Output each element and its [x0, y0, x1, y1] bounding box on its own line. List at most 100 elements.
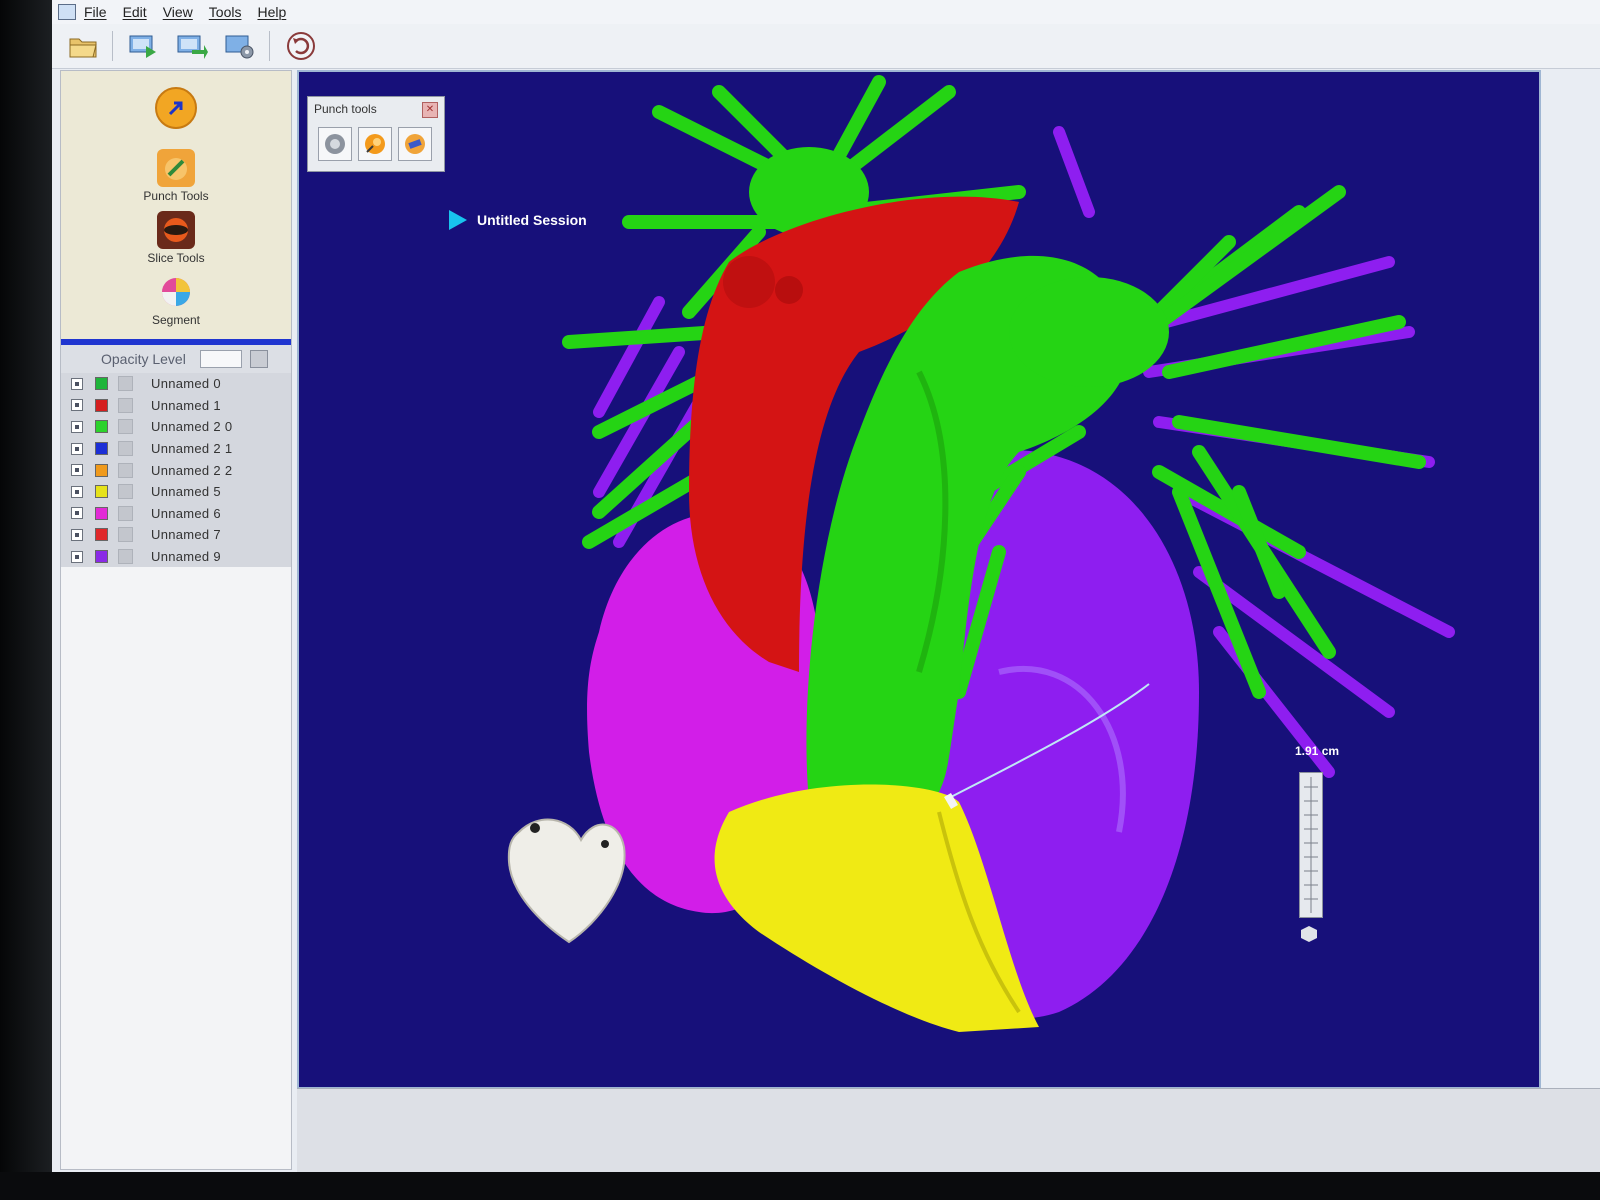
toolbar [52, 24, 1600, 69]
brush-punch-button[interactable] [398, 127, 432, 161]
layer-row[interactable]: Unnamed 0 [61, 373, 291, 395]
monitor-bezel [0, 0, 52, 1200]
punch-tools-palette: Punch tools ✕ [307, 96, 445, 172]
layer-row[interactable]: Unnamed 6 [61, 503, 291, 525]
settings-icon [225, 35, 254, 59]
layer-color-swatch[interactable] [95, 377, 108, 391]
layer-row[interactable]: Unnamed 7 [61, 524, 291, 546]
play-icon[interactable] [449, 210, 467, 230]
layer-name: Unnamed 0 [151, 376, 221, 392]
circle-punch-button[interactable] [318, 127, 352, 161]
layer-color-swatch[interactable] [95, 442, 108, 456]
visibility-checkbox[interactable] [71, 550, 83, 563]
opacity-slider[interactable] [199, 350, 242, 368]
session-indicator: Untitled Session [449, 210, 587, 230]
import-icon [129, 35, 156, 58]
export-button[interactable] [175, 29, 209, 63]
undo-icon [287, 32, 315, 60]
monitor-bezel-bottom [0, 1172, 1600, 1200]
layer-row[interactable]: Unnamed 2 1 [61, 438, 291, 460]
punch-tools-title: Punch tools [314, 102, 377, 116]
brush-punch-icon [405, 134, 425, 154]
layer-list: Unnamed 0 Unnamed 1 Unnamed 2 0 Unnamed 2 1… [61, 373, 291, 568]
slice-tools-icon [157, 211, 195, 249]
layer-name: Unnamed 5 [151, 484, 221, 500]
visibility-checkbox[interactable] [71, 420, 83, 433]
slice-tools-button[interactable]: Slice Tools [61, 211, 291, 265]
tools-sidebar: Punch Tools Slice Tools Segment Opacity … [60, 70, 292, 1170]
visibility-checkbox[interactable] [71, 464, 83, 477]
toolbar-separator [112, 31, 113, 61]
layer-opacity-toggle[interactable] [118, 397, 133, 413]
segment-button[interactable]: Segment [61, 273, 291, 327]
visibility-checkbox[interactable] [71, 528, 83, 541]
export-icon [177, 35, 208, 59]
layer-name: Unnamed 2 0 [151, 419, 233, 435]
settings-button[interactable] [223, 29, 257, 63]
scale-bar [1299, 772, 1323, 918]
layer-opacity-toggle[interactable] [118, 462, 133, 478]
menu-help[interactable]: Help [257, 4, 286, 20]
layer-opacity-toggle[interactable] [118, 419, 133, 435]
opacity-level-row: Opacity Level [61, 345, 291, 373]
sphere-punch-icon [365, 134, 385, 154]
segment-label: Segment [151, 313, 201, 327]
layer-color-swatch[interactable] [95, 398, 108, 412]
punch-tools-button[interactable]: Punch Tools [61, 149, 291, 203]
visibility-checkbox[interactable] [71, 507, 83, 520]
visibility-checkbox[interactable] [71, 399, 83, 412]
layer-opacity-toggle[interactable] [118, 484, 133, 500]
layer-color-swatch[interactable] [95, 420, 108, 434]
3d-viewport[interactable]: Punch tools ✕ Untitled Session 1.91 cm [297, 70, 1541, 1089]
status-area [297, 1088, 1600, 1172]
layer-color-swatch[interactable] [95, 506, 108, 520]
layer-row[interactable]: Unnamed 5 [61, 481, 291, 503]
menu-view[interactable]: View [163, 4, 193, 20]
open-folder-button[interactable] [66, 29, 100, 63]
menu-tools[interactable]: Tools [209, 4, 242, 20]
layer-color-swatch[interactable] [95, 485, 108, 499]
layer-name: Unnamed 9 [151, 549, 221, 565]
visibility-checkbox[interactable] [71, 377, 83, 390]
sphere-punch-button[interactable] [358, 127, 392, 161]
menu-edit[interactable]: Edit [123, 4, 147, 20]
undo-button[interactable] [284, 29, 318, 63]
opacity-button[interactable] [249, 350, 268, 368]
layer-name: Unnamed 1 [151, 397, 221, 413]
layer-color-swatch[interactable] [95, 463, 108, 477]
tools-panel: Punch Tools Slice Tools Segment [61, 71, 291, 339]
layer-row[interactable]: Unnamed 2 0 [61, 416, 291, 438]
slice-tools-label: Slice Tools [147, 251, 205, 265]
session-title: Untitled Session [477, 212, 587, 228]
application-window: File Edit View Tools Help Punch Tools Sl… [52, 0, 1600, 1172]
layer-name: Unnamed 7 [151, 527, 221, 543]
segment-icon [157, 273, 195, 311]
layer-opacity-toggle[interactable] [118, 549, 133, 565]
layer-row[interactable]: Unnamed 1 [61, 395, 291, 417]
pointer-tool[interactable] [61, 87, 291, 129]
menu-bar: File Edit View Tools Help [52, 0, 1600, 25]
visibility-checkbox[interactable] [71, 485, 83, 498]
close-icon[interactable]: ✕ [422, 102, 438, 118]
layer-color-swatch[interactable] [95, 550, 108, 564]
scale-readout: 1.91 cm [1295, 744, 1340, 758]
circle-punch-icon [325, 134, 345, 154]
layer-color-swatch[interactable] [95, 528, 108, 542]
app-icon [58, 4, 76, 20]
scale-ticks [1304, 777, 1318, 913]
layer-opacity-toggle[interactable] [118, 441, 133, 457]
menu-file[interactable]: File [84, 4, 107, 20]
layer-name: Unnamed 2 1 [151, 441, 233, 457]
layer-name: Unnamed 2 2 [151, 462, 233, 478]
punch-tools-label: Punch Tools [143, 189, 209, 203]
visibility-checkbox[interactable] [71, 442, 83, 455]
layer-opacity-toggle[interactable] [118, 527, 133, 543]
layer-row[interactable]: Unnamed 2 2 [61, 459, 291, 481]
layer-opacity-toggle[interactable] [118, 376, 133, 392]
layer-opacity-toggle[interactable] [118, 505, 133, 521]
layer-row[interactable]: Unnamed 9 [61, 546, 291, 568]
import-button[interactable] [127, 29, 161, 63]
arrow-pointer-icon [155, 87, 197, 129]
open-folder-icon [69, 38, 97, 58]
toolbar-separator [269, 31, 270, 61]
